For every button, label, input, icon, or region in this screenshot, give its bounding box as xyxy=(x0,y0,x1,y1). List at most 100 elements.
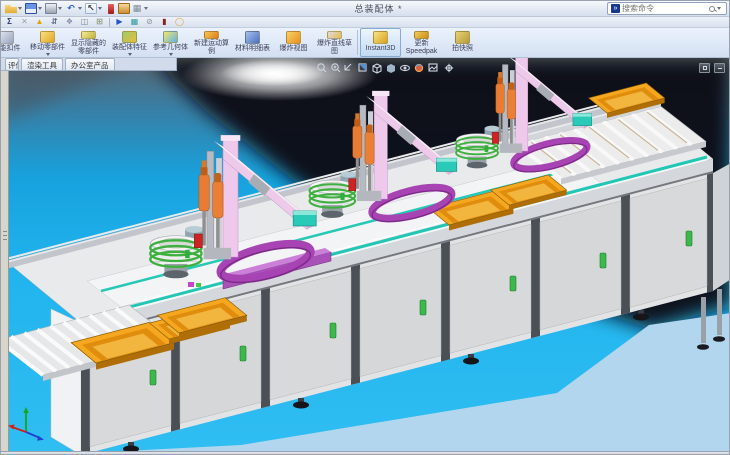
chevron-down-icon[interactable] xyxy=(78,7,82,10)
view-orientation-icon[interactable] xyxy=(373,64,381,73)
chevron-down-icon[interactable] xyxy=(144,7,148,10)
cm-button-label: 智能扣件 xyxy=(1,45,21,53)
apply-scene-icon[interactable] xyxy=(429,64,437,71)
measure-icon[interactable]: ◫ xyxy=(79,17,90,27)
command-search[interactable]: » xyxy=(607,2,727,15)
cm-button-label: 材料明细表 xyxy=(235,45,270,53)
material-block-icon[interactable]: ▮ xyxy=(159,17,170,27)
select-cursor-icon[interactable]: ↖ xyxy=(85,3,97,14)
reference-geometry-icon xyxy=(163,31,178,43)
chevron-down-icon[interactable] xyxy=(58,7,62,10)
z-axis xyxy=(26,432,40,438)
cm-button-label: 拍快照 xyxy=(452,45,473,53)
options-grid-icon[interactable]: ▦ xyxy=(131,3,143,14)
tab-office-products[interactable]: 办公室产品 xyxy=(65,58,115,70)
cabinet-door[interactable] xyxy=(540,201,621,330)
chevron-down-icon[interactable] xyxy=(169,53,173,56)
title-bar: ↶ ↖ ▦ 总装配体 * » xyxy=(1,1,730,17)
search-input[interactable] xyxy=(622,4,707,13)
cm-button-label: Instant3D xyxy=(366,45,396,53)
print-icon[interactable] xyxy=(45,3,57,14)
chevron-down-icon[interactable] xyxy=(128,53,132,56)
chevron-down-icon[interactable] xyxy=(717,7,721,10)
explode-line-sketch-icon xyxy=(327,31,342,39)
cm-button-label: 移动零部件 xyxy=(30,44,65,52)
cabinet-door[interactable] xyxy=(270,271,351,400)
cm-button-reference-geometry[interactable]: 参考几何体 xyxy=(150,28,191,57)
equation-sigma-icon[interactable]: Σ xyxy=(4,17,15,27)
minimize-icon[interactable] xyxy=(714,63,725,73)
undo-icon[interactable]: ↶ xyxy=(65,3,77,14)
tab-render-tools[interactable]: 渲染工具 xyxy=(21,58,63,70)
display-style-icon[interactable] xyxy=(387,64,395,73)
chevron-down-icon[interactable] xyxy=(46,53,50,56)
exclude-icon[interactable]: ✕ xyxy=(19,17,30,27)
chevron-down-icon[interactable] xyxy=(18,7,22,10)
save-icon[interactable] xyxy=(25,3,37,14)
x-axis xyxy=(12,427,26,432)
status-bar xyxy=(1,451,730,455)
previous-view-icon[interactable] xyxy=(345,64,351,70)
file-properties-icon[interactable] xyxy=(118,3,130,14)
cm-button-instant3d[interactable]: Instant3D xyxy=(360,28,401,57)
solidworks-logo-icon: » xyxy=(611,4,620,13)
chevron-down-icon[interactable] xyxy=(98,7,102,10)
ring-light-icon[interactable]: ◯ xyxy=(174,17,185,27)
cm-button-move-component[interactable]: 移动零部件 xyxy=(27,28,68,57)
cabinet-door[interactable] xyxy=(630,178,707,307)
align-icon[interactable]: ⇵ xyxy=(49,17,60,27)
open-icon[interactable] xyxy=(5,3,17,14)
feature-manager-collapsed-panel[interactable] xyxy=(1,71,9,451)
cm-button-bill-of-materials[interactable]: 材料明细表 xyxy=(232,28,273,57)
snapshot-icon xyxy=(455,31,470,44)
cm-button-exploded-view[interactable]: 爆炸视图 xyxy=(273,28,314,57)
cm-button-label: 装配体特征 xyxy=(112,44,147,52)
orientation-triad xyxy=(5,402,49,446)
compare-icon[interactable]: ⊞ xyxy=(94,17,105,27)
bom-icon xyxy=(245,31,260,44)
search-icon[interactable] xyxy=(709,6,715,12)
toolbar-separator xyxy=(109,18,110,27)
viewport-window-buttons xyxy=(699,63,725,73)
cm-button-label: 新建运动算例 xyxy=(193,40,230,56)
zoom-area-icon[interactable] xyxy=(332,64,340,72)
section-view-icon[interactable] xyxy=(359,64,366,71)
appearance-palette-icon[interactable]: ▦ xyxy=(129,17,140,27)
edit-appearance-icon[interactable] xyxy=(415,64,422,71)
hide-show-items-icon[interactable] xyxy=(401,65,410,70)
update-speedpak-icon xyxy=(414,31,429,39)
toolbar-separator xyxy=(357,30,358,55)
zoom-fit-icon[interactable] xyxy=(318,64,326,72)
cm-button-explode-line-sketch[interactable]: 爆炸直线草图 xyxy=(314,28,355,57)
cabinet-door[interactable] xyxy=(360,248,441,377)
show-hidden-icon xyxy=(81,31,96,39)
cm-button-update-speedpak[interactable]: 更新 Speedpak xyxy=(401,28,442,57)
assembly-features-icon xyxy=(122,31,137,43)
document-title: 总装配体 * xyxy=(150,2,607,15)
graphics-area[interactable]: 评估 渲染工具 办公室产品 xyxy=(1,58,730,455)
instant3d-icon xyxy=(373,31,388,44)
interference-warning-icon[interactable]: ▲ xyxy=(34,17,45,27)
restore-down-icon[interactable] xyxy=(699,63,710,73)
solidworks-window: ↶ ↖ ▦ 总装配体 * » Σ ✕ ▲ ⇵ ❖ ◫ ⊞ ▶ ▦ ⊘ ▮ ◯ 智… xyxy=(0,0,730,455)
quick-access-toolbar: ↶ ↖ ▦ xyxy=(5,3,150,14)
command-manager-tabs: 评估 渲染工具 办公室产品 xyxy=(1,58,177,71)
cm-button-smart-fasteners[interactable]: 智能扣件 xyxy=(1,28,27,57)
motion-flag-icon[interactable]: ▶ xyxy=(114,17,125,27)
cm-button-label: 参考几何体 xyxy=(153,44,188,52)
exploded-view-icon xyxy=(286,31,301,44)
view-settings-icon[interactable] xyxy=(445,64,453,72)
no-render-icon[interactable]: ⊘ xyxy=(144,17,155,27)
macro-icon[interactable] xyxy=(108,4,114,14)
chevron-down-icon[interactable] xyxy=(38,7,42,10)
cm-button-show-hidden-components[interactable]: 显示隐藏的零部件 xyxy=(68,28,109,57)
3d-viewport-scene[interactable] xyxy=(1,58,730,455)
tab-evaluate[interactable]: 评估 xyxy=(5,58,19,70)
cm-button-take-snapshot[interactable]: 拍快照 xyxy=(442,28,483,57)
cm-button-assembly-features[interactable]: 装配体特征 xyxy=(109,28,150,57)
cm-button-new-motion-study[interactable]: 新建运动算例 xyxy=(191,28,232,57)
cm-button-label: 爆炸视图 xyxy=(280,45,308,53)
assembly-toolbar: Σ ✕ ▲ ⇵ ❖ ◫ ⊞ ▶ ▦ ⊘ ▮ ◯ xyxy=(1,17,730,28)
mate-reference-icon[interactable]: ❖ xyxy=(64,17,75,27)
cabinet-door[interactable] xyxy=(450,224,531,353)
